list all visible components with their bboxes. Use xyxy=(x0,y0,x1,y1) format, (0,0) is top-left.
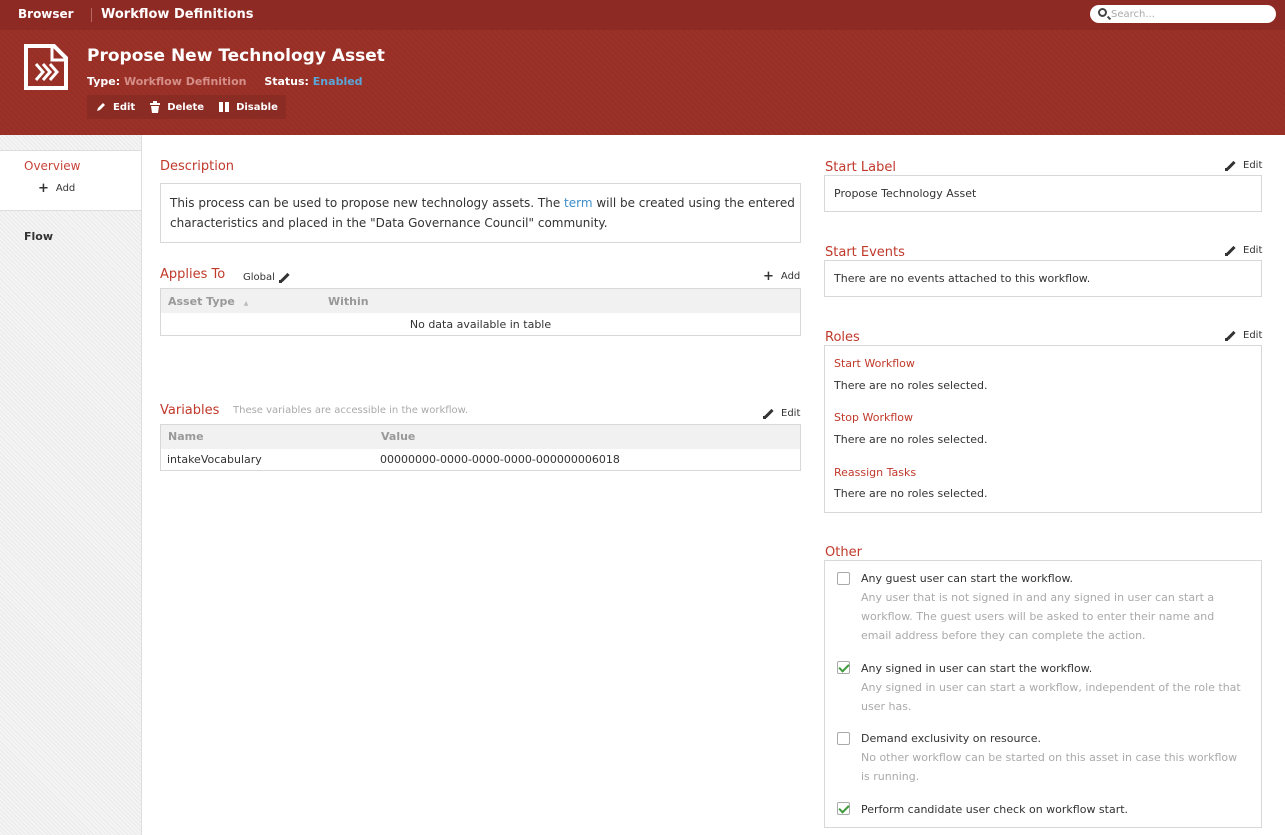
role-stop-workflow-value: There are no roles selected. xyxy=(834,433,988,446)
pencil-icon xyxy=(1225,245,1236,256)
edit-button[interactable]: Edit xyxy=(95,101,135,113)
exclusivity-help: No other workflow can be started on this… xyxy=(861,751,1238,783)
start-events-edit-button[interactable]: Edit xyxy=(1225,245,1262,256)
applies-to-add-button[interactable]: + Add xyxy=(763,268,801,284)
delete-button[interactable]: Delete xyxy=(149,101,204,113)
edit-label: Edit xyxy=(113,101,136,113)
type-label: Type: xyxy=(87,75,121,88)
applies-to-title: Applies To xyxy=(160,267,226,282)
section-title[interactable]: Workflow Definitions xyxy=(101,7,254,22)
start-label-edit-button[interactable]: Edit xyxy=(1225,160,1262,171)
search-box[interactable] xyxy=(1090,5,1276,23)
other-title: Other xyxy=(825,545,862,560)
top-bar: Browser Workflow Definitions xyxy=(0,0,1285,30)
disable-button[interactable]: Disable xyxy=(218,101,278,113)
role-reassign-tasks: Reassign Tasks xyxy=(834,466,917,479)
type-value[interactable]: Workflow Definition xyxy=(124,75,247,88)
start-label-box: Propose Technology Asset xyxy=(824,175,1262,212)
exclusivity-label: Demand exclusivity on resource. xyxy=(861,732,1042,745)
start-events-box: There are no events attached to this wor… xyxy=(824,260,1262,297)
role-stop-workflow: Stop Workflow xyxy=(834,411,914,424)
browser-link[interactable]: Browser xyxy=(18,7,74,21)
role-start-workflow-value: There are no roles selected. xyxy=(834,379,988,392)
applies-to-table: Asset Type ▲ Within No data available in… xyxy=(160,288,801,336)
trash-icon xyxy=(150,101,161,113)
disable-label: Disable xyxy=(236,101,278,113)
col-asset-type[interactable]: Asset Type ▲ xyxy=(168,295,248,308)
scope-global[interactable]: Global xyxy=(243,272,290,283)
guest-start-label: Any guest user can start the workflow. xyxy=(861,572,1073,585)
status-label: Status: xyxy=(264,75,309,88)
start-events-title: Start Events xyxy=(825,245,905,260)
candidate-check-label: Perform candidate user check on workflow… xyxy=(861,803,1129,816)
sidebar-add-label: Add xyxy=(55,183,76,194)
term-link[interactable]: term xyxy=(564,196,593,210)
asset-meta: Type: Workflow Definition Status: Enable… xyxy=(87,75,363,88)
pencil-icon xyxy=(278,272,290,283)
delete-label: Delete xyxy=(167,101,205,113)
variable-name: intakeVocabulary xyxy=(167,453,262,466)
description-text-before: This process can be used to propose new … xyxy=(170,196,565,210)
sort-icon: ▲ xyxy=(243,300,249,307)
signed-in-start-checkbox[interactable] xyxy=(837,661,850,674)
pencil-icon xyxy=(1225,330,1236,341)
start-label-edit-label: Edit xyxy=(1243,160,1263,171)
applies-to-add-label: Add xyxy=(780,271,801,282)
signed-in-start-help: Any signed in user can start a workflow,… xyxy=(861,681,1241,713)
role-start-workflow: Start Workflow xyxy=(834,357,915,370)
status-value: Enabled xyxy=(312,75,363,88)
signed-in-start-label: Any signed in user can start the workflo… xyxy=(861,662,1093,675)
start-events-edit-label: Edit xyxy=(1243,245,1263,256)
search-icon xyxy=(1098,8,1107,17)
variables-edit-button[interactable]: Edit xyxy=(763,408,800,419)
col-name: Name xyxy=(168,430,204,443)
search-input[interactable] xyxy=(1111,6,1266,22)
roles-edit-button[interactable]: Edit xyxy=(1225,330,1262,341)
variables-edit-label: Edit xyxy=(781,408,801,419)
sidebar: Overview + Add Flow xyxy=(0,135,142,835)
asset-header: Propose New Technology Asset Type: Workf… xyxy=(0,30,1285,135)
description-text: This process can be used to propose new … xyxy=(170,193,795,233)
sidebar-item-flow[interactable]: Flow xyxy=(24,230,53,243)
variable-value: 00000000-0000-0000-0000-000000006018 xyxy=(380,453,620,466)
role-reassign-tasks-value: There are no roles selected. xyxy=(834,487,988,500)
sidebar-add-button[interactable]: + Add xyxy=(38,180,76,196)
page-title: Propose New Technology Asset xyxy=(87,46,385,66)
workflow-document-icon xyxy=(24,44,68,90)
scope-label: Global xyxy=(243,272,275,283)
pause-icon xyxy=(219,102,230,112)
divider xyxy=(91,8,92,22)
plus-icon: + xyxy=(38,180,49,196)
sidebar-item-overview[interactable]: Overview xyxy=(24,159,81,173)
empty-table-text: No data available in table xyxy=(409,318,552,331)
roles-edit-label: Edit xyxy=(1243,330,1263,341)
pencil-icon xyxy=(763,408,774,419)
col-value: Value xyxy=(381,430,416,443)
col-within[interactable]: Within xyxy=(328,295,369,308)
variables-title: Variables xyxy=(160,403,220,418)
guest-start-help: Any user that is not signed in and any s… xyxy=(861,591,1215,642)
plus-icon: + xyxy=(763,268,774,284)
table-header xyxy=(161,425,800,449)
start-events-value: There are no events attached to this wor… xyxy=(834,272,1091,285)
description-title: Description xyxy=(160,159,235,174)
header-actions: Edit Delete Disable xyxy=(87,95,286,119)
table-header xyxy=(161,289,800,313)
exclusivity-checkbox[interactable] xyxy=(837,732,850,745)
start-label-title: Start Label xyxy=(825,160,896,175)
variables-hint: These variables are accessible in the wo… xyxy=(233,405,469,416)
guest-start-checkbox[interactable] xyxy=(837,572,850,585)
roles-title: Roles xyxy=(825,330,860,345)
variables-table: Name Value intakeVocabulary 00000000-000… xyxy=(160,424,801,471)
sidebar-section-overview: Overview + Add xyxy=(0,150,141,211)
candidate-check-checkbox[interactable] xyxy=(837,802,850,815)
col-asset-type-label: Asset Type xyxy=(168,295,235,308)
pencil-icon xyxy=(1225,160,1236,171)
start-label-value: Propose Technology Asset xyxy=(834,187,977,200)
pencil-icon xyxy=(97,103,105,111)
